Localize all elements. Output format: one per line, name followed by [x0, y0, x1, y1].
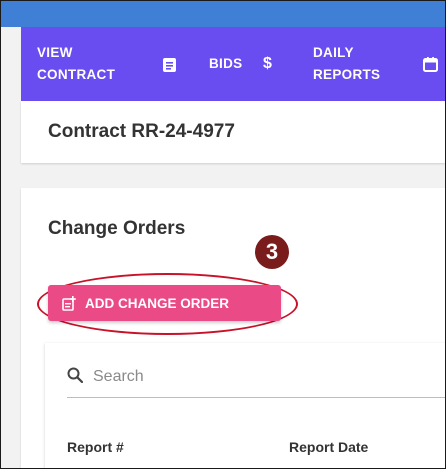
step-number-badge: 3 [255, 235, 289, 269]
app-window: VIEW CONTRACT BIDS $ DAILY REPORTS Contr… [0, 0, 446, 469]
contract-header-card: Contract RR-24-4977 [21, 101, 445, 163]
add-change-order-button[interactable]: ADD CHANGE ORDER [48, 285, 281, 321]
search-placeholder: Search [93, 368, 144, 385]
top-app-bar [1, 1, 445, 27]
bids-label: BIDS [209, 56, 243, 71]
bids-tab[interactable]: BIDS [209, 27, 242, 101]
view-contract-tab[interactable]: VIEW CONTRACT [37, 27, 115, 101]
document-icon[interactable] [163, 58, 176, 75]
daily-reports-tab[interactable]: DAILY REPORTS [313, 27, 380, 101]
search-icon [67, 367, 84, 388]
column-header-report-number[interactable]: Report # [67, 439, 124, 455]
dollar-icon[interactable]: $ [263, 55, 272, 73]
search-field[interactable]: Search [67, 357, 445, 398]
change-orders-title: Change Orders [48, 218, 186, 239]
contract-title: Contract RR-24-4977 [48, 121, 235, 142]
add-document-icon [62, 295, 77, 311]
column-header-report-date[interactable]: Report Date [289, 439, 368, 455]
calendar-icon[interactable] [423, 57, 438, 75]
change-orders-table-card: Search Report # Report Date [45, 343, 445, 468]
view-contract-label: VIEW CONTRACT [37, 45, 116, 82]
add-change-order-label: ADD CHANGE ORDER [85, 295, 230, 311]
daily-reports-label: DAILY REPORTS [313, 45, 381, 82]
contract-nav-bar: VIEW CONTRACT BIDS $ DAILY REPORTS [21, 27, 445, 101]
